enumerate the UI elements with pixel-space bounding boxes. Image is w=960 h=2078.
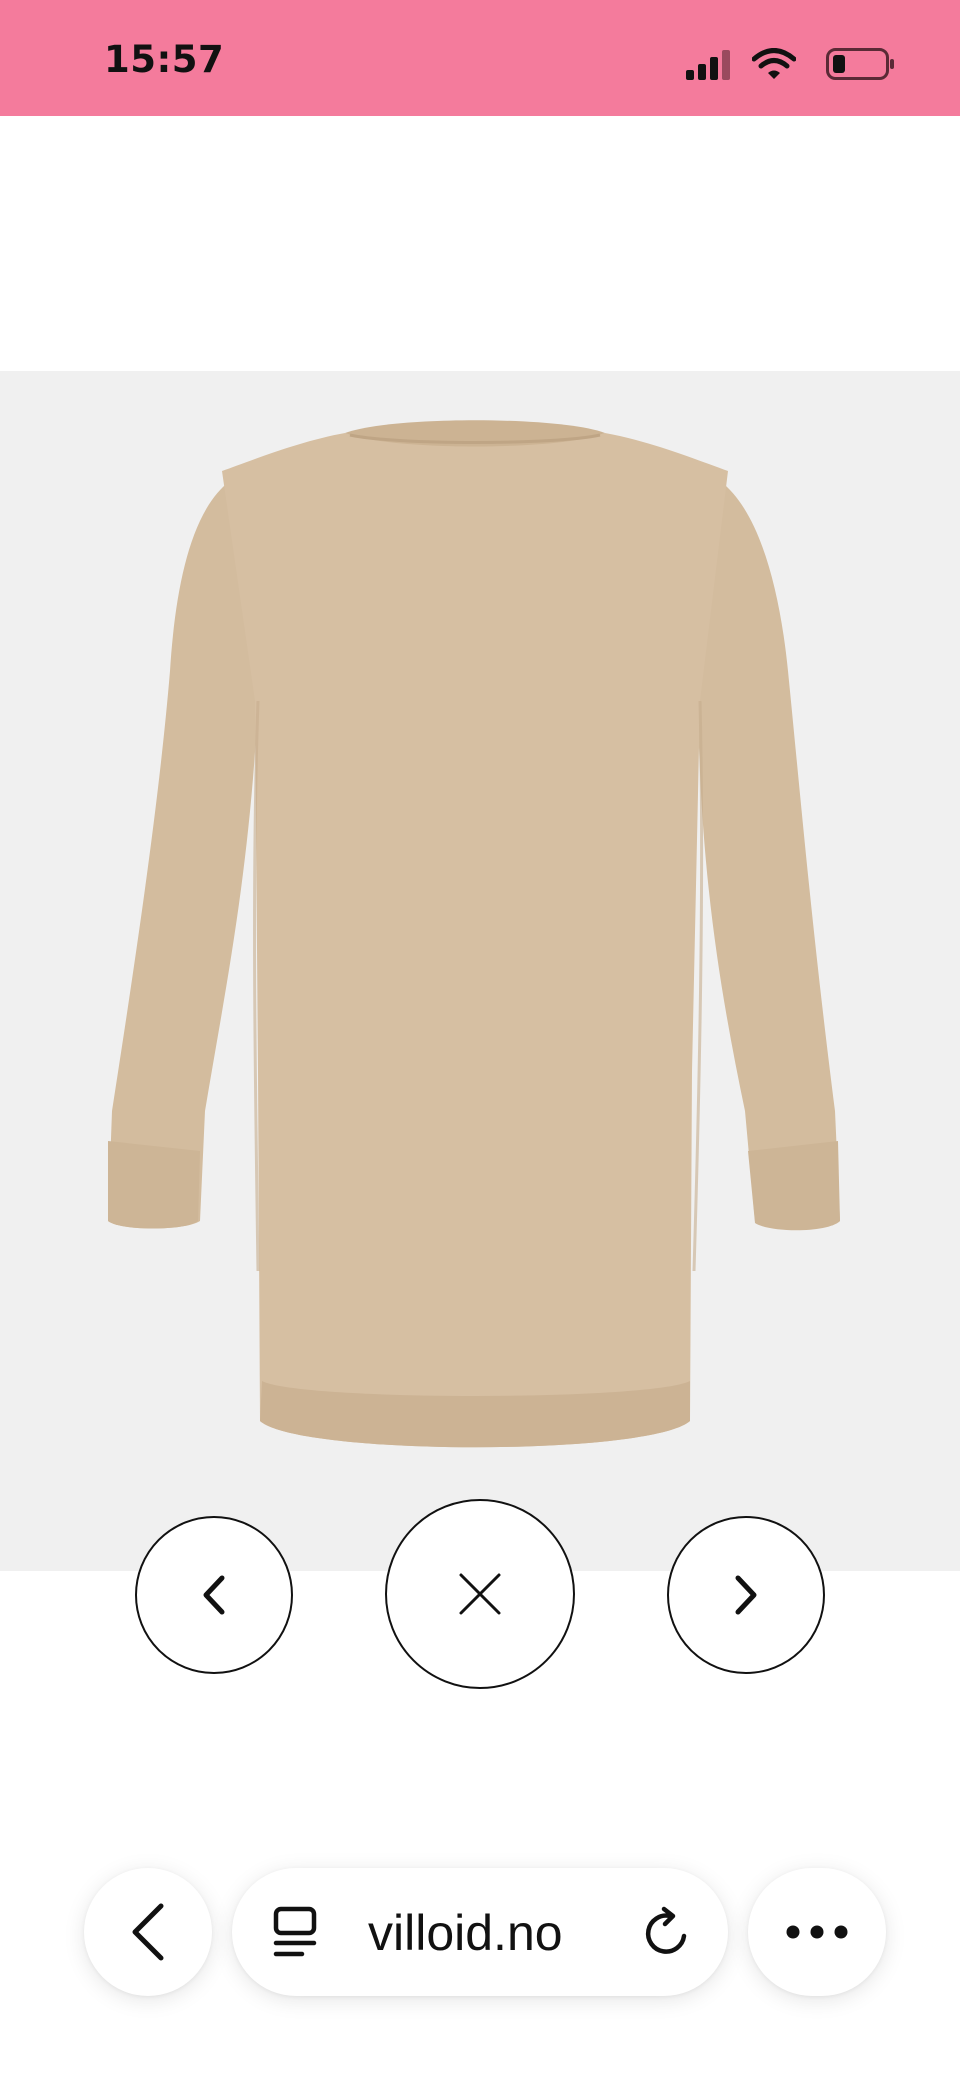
chevron-right-icon [735, 1575, 757, 1615]
previous-image-button[interactable] [135, 1516, 293, 1674]
wifi-icon [752, 48, 796, 79]
status-bar: 15:57 [0, 0, 960, 116]
chevron-left-icon [132, 1903, 164, 1961]
reader-mode-icon [273, 1906, 317, 1957]
url-text: villoid.no [368, 1905, 563, 1961]
sweatshirt-dress-illustration [108, 420, 840, 1448]
more-icon [786, 1925, 848, 1939]
chevron-left-icon [203, 1575, 225, 1615]
cellular-signal-icon [686, 50, 730, 80]
browser-toolbar: villoid.no [0, 1860, 960, 2000]
address-bar[interactable]: villoid.no [232, 1868, 728, 1996]
next-image-button[interactable] [667, 1516, 825, 1674]
status-time: 15:57 [104, 38, 225, 81]
reload-icon[interactable] [640, 1906, 694, 1960]
close-gallery-button[interactable] [385, 1499, 575, 1689]
battery-low-icon [826, 48, 894, 80]
browser-back-button[interactable] [84, 1868, 212, 1996]
product-image [0, 371, 960, 1571]
browser-more-button[interactable] [748, 1868, 886, 1996]
close-icon [459, 1573, 501, 1615]
home-indicator [340, 2046, 620, 2056]
